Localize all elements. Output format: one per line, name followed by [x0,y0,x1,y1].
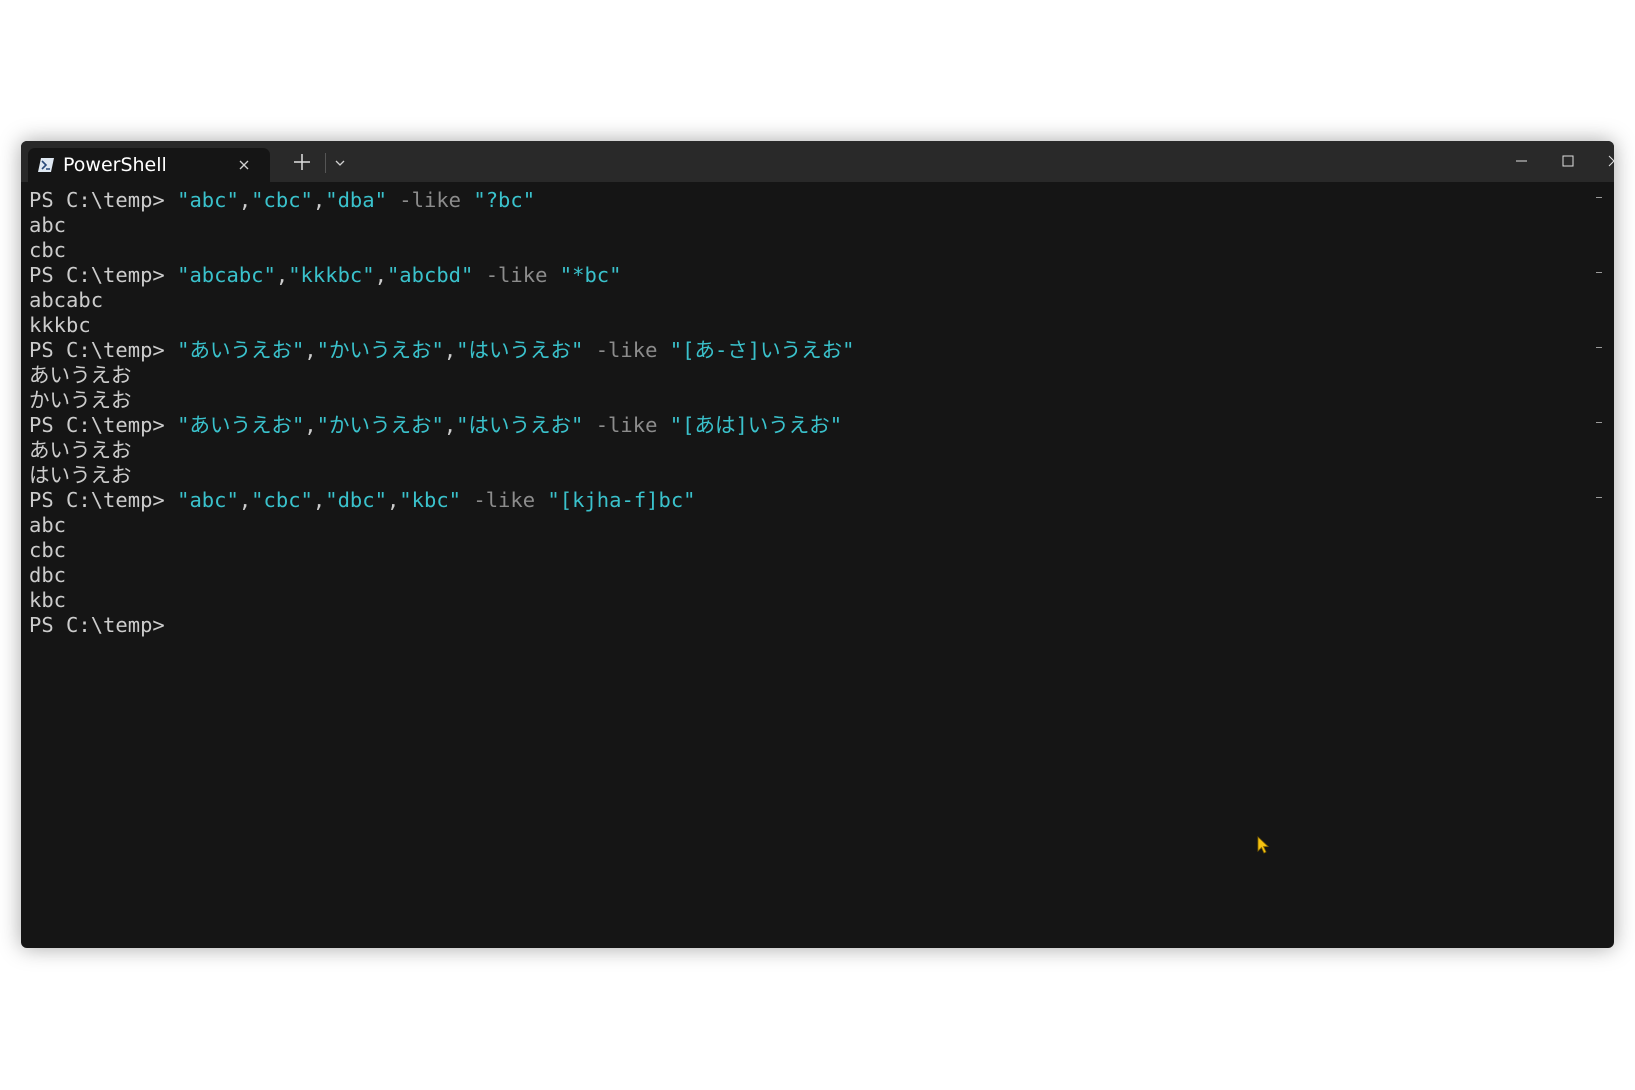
output-line: dbc [29,563,1589,588]
operator: -like [595,338,658,362]
output-text: あいうえお [29,438,132,462]
string-literal: "あいうえお" [177,338,305,362]
close-icon [1608,155,1614,167]
tab-title: PowerShell [63,154,167,176]
pattern-literal: "*bc" [559,263,622,287]
maximize-button[interactable] [1545,141,1591,181]
operator: -like [595,413,658,437]
command-line: PS C:\temp> "あいうえお","かいうえお","はいうえお" -lik… [29,338,855,362]
tab-separator [325,153,326,173]
output-line: abc [29,213,1589,238]
output-text: kkkbc [29,313,91,337]
scrollbar-mark [1596,422,1602,423]
minimize-icon [1516,160,1527,162]
pattern-literal: "[kjha-f]bc" [547,488,696,512]
output-text: abc [29,213,67,237]
pattern-literal: "?bc" [473,188,536,212]
scrollbar-mark [1596,347,1602,348]
string-literal: "dba" [325,188,387,212]
mouse-pointer-icon [1257,836,1270,854]
string-literal: "はいうえお" [456,413,584,437]
close-window-button[interactable] [1591,141,1614,181]
string-literal: "かいうえお" [316,338,444,362]
pattern-literal: "[あ-さ]いうえお" [669,338,855,362]
string-literal: "はいうえお" [456,338,584,362]
prompt: PS C:\temp> [29,263,178,287]
output-text: kbc [29,588,67,612]
plus-icon [294,154,310,170]
pattern-literal: "[あは]いうえお" [669,413,843,437]
output-text: cbc [29,238,67,262]
output-line: あいうえお [29,363,1589,388]
output-line: cbc [29,238,1589,263]
output-line: kkkbc [29,313,1589,338]
output-line: cbc [29,538,1589,563]
prompt: PS C:\temp> [29,488,178,512]
operator: -like [473,488,536,512]
string-literal: "kkkbc" [288,263,375,287]
command-line: PS C:\temp> "abc","cbc","dbc","kbc" -lik… [29,488,696,512]
output-text: はいうえお [29,463,132,487]
terminal-window: PowerShell PS C:\temp> "abc","cbc","dba"… [21,141,1614,948]
maximize-icon [1562,155,1574,167]
powershell-icon [38,157,54,172]
minimize-button[interactable] [1499,141,1545,181]
new-tab-button[interactable] [291,151,313,173]
string-literal: "abcbd" [386,263,474,287]
string-literal: "abc" [177,488,239,512]
string-literal: "かいうえお" [316,413,444,437]
scrollbar-marks[interactable] [1594,182,1606,942]
output-text: あいうえお [29,363,132,387]
operator: -like [399,188,462,212]
prompt: PS C:\temp> [29,338,178,362]
string-literal: "cbc" [251,488,313,512]
output-text: dbc [29,563,67,587]
output-text: abcabc [29,288,104,312]
output-line: abcabc [29,288,1589,313]
output-line: あいうえお [29,438,1589,463]
string-literal: "cbc" [251,188,313,212]
command-line: PS C:\temp> "あいうえお","かいうえお","はいうえお" -lik… [29,413,843,437]
prompt: PS C:\temp> [29,413,178,437]
string-literal: "abcabc" [177,263,276,287]
scrollbar-mark [1596,497,1602,498]
terminal-output[interactable]: PS C:\temp> "abc","cbc","dba" -like "?bc… [29,188,1589,943]
current-prompt-line[interactable]: PS C:\temp> [29,613,1589,638]
tab-powershell[interactable]: PowerShell [28,148,270,182]
close-icon[interactable] [236,157,252,173]
string-literal: "kbc" [399,488,462,512]
tab-dropdown-button[interactable] [331,154,349,172]
scrollbar-mark [1596,197,1602,198]
scrollbar-mark [1596,272,1602,273]
command-line: PS C:\temp> "abc","cbc","dba" -like "?bc… [29,188,536,212]
output-line: abc [29,513,1589,538]
prompt: PS C:\temp> [29,188,178,212]
prompt: PS C:\temp> [29,613,165,637]
string-literal: "あいうえお" [177,413,305,437]
command-line: PS C:\temp> "abcabc","kkkbc","abcbd" -li… [29,263,622,287]
output-text: cbc [29,538,67,562]
output-line: かいうえお [29,388,1589,413]
operator: -like [485,263,548,287]
string-literal: "dbc" [325,488,387,512]
chevron-down-icon [335,160,345,166]
output-text: かいうえお [29,388,132,412]
output-line: kbc [29,588,1589,613]
title-bar: PowerShell [21,141,1614,182]
output-line: はいうえお [29,463,1589,488]
output-text: abc [29,513,67,537]
string-literal: "abc" [177,188,239,212]
